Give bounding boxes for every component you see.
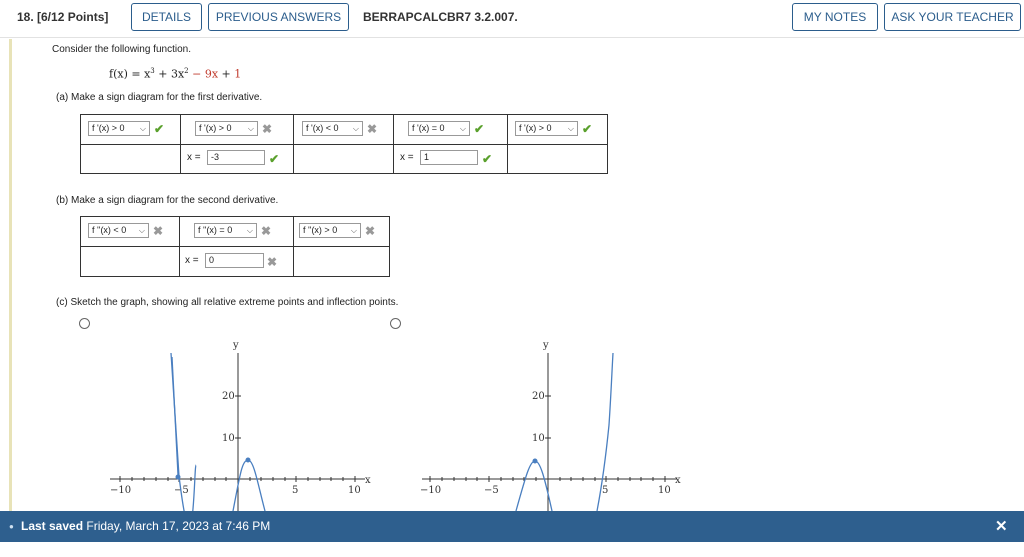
first-derivative-select-2[interactable]: f '(x) > 0 ⌵ xyxy=(195,121,258,136)
y-tick-label: 10 xyxy=(532,433,545,444)
graph-option-1[interactable]: y x −10 −5 5 10 20 10 xyxy=(90,335,380,511)
first-derivative-select-1[interactable]: f '(x) > 0 ⌵ xyxy=(88,121,150,136)
inflection-point-label: x = xyxy=(185,255,199,266)
last-saved-text: Last saved Friday, March 17, 2023 at 7:4… xyxy=(21,519,271,533)
y-tick-label: 20 xyxy=(532,391,545,402)
question-accent-strip xyxy=(9,39,12,511)
critical-point-input-2[interactable]: 1 xyxy=(420,150,478,165)
question-header: 18. [6/12 Points] DETAILS PREVIOUS ANSWE… xyxy=(0,0,1024,38)
check-icon: ✔ xyxy=(269,152,280,166)
second-derivative-select-3[interactable]: f ''(x) > 0 ⌵ xyxy=(299,223,361,238)
cross-icon: ✖ xyxy=(267,255,278,269)
extreme-point xyxy=(532,458,538,464)
x-tick-label: −10 xyxy=(110,485,131,496)
check-icon: ✔ xyxy=(582,122,593,136)
ask-your-teacher-button[interactable]: ASK YOUR TEACHER xyxy=(884,3,1021,31)
y-axis-label: y xyxy=(542,340,549,351)
x-tick-label: 10 xyxy=(658,485,671,496)
previous-answers-button[interactable]: PREVIOUS ANSWERS xyxy=(208,3,349,31)
cross-icon: ✖ xyxy=(153,224,164,238)
x-axis-label: x xyxy=(675,475,681,486)
y-tick-label: 10 xyxy=(222,433,235,444)
details-button[interactable]: DETAILS xyxy=(131,3,202,31)
first-derivative-select-4[interactable]: f '(x) = 0 ⌵ xyxy=(408,121,470,136)
inflection-point-input[interactable]: 0 xyxy=(205,253,264,268)
second-derivative-select-2[interactable]: f ''(x) = 0 ⌵ xyxy=(194,223,257,238)
part-a-prompt: (a) Make a sign diagram for the first de… xyxy=(56,92,263,103)
x-tick-label: 5 xyxy=(602,485,608,496)
y-axis-label: y xyxy=(232,340,239,351)
graph-option-2[interactable]: y x −10 −5 5 10 20 10 xyxy=(402,335,692,511)
extreme-point xyxy=(175,474,181,480)
status-dot-icon: ● xyxy=(9,522,14,531)
cross-icon: ✖ xyxy=(261,224,272,238)
x-tick-label: −5 xyxy=(484,485,499,496)
part-b-prompt: (b) Make a sign diagram for the second d… xyxy=(56,195,279,206)
cross-icon: ✖ xyxy=(262,122,273,136)
cross-icon: ✖ xyxy=(367,122,378,136)
critical-point-label-1: x = xyxy=(187,152,201,163)
x-tick-label: −10 xyxy=(420,485,441,496)
close-icon[interactable]: ✕ xyxy=(995,517,1008,535)
check-icon: ✔ xyxy=(482,152,493,166)
first-derivative-select-5[interactable]: f '(x) > 0 ⌵ xyxy=(515,121,578,136)
problem-intro: Consider the following function. xyxy=(52,44,191,55)
x-tick-label: 10 xyxy=(348,485,361,496)
part-c-prompt: (c) Sketch the graph, showing all relati… xyxy=(56,297,399,308)
question-label: 18. [6/12 Points] xyxy=(17,10,109,24)
second-derivative-select-1[interactable]: f ''(x) < 0 ⌵ xyxy=(88,223,149,238)
y-tick-label: 20 xyxy=(222,391,235,402)
problem-code: BERRAPCALCBR7 3.2.007. xyxy=(363,10,518,24)
first-derivative-select-3[interactable]: f '(x) < 0 ⌵ xyxy=(302,121,363,136)
check-icon: ✔ xyxy=(474,122,485,136)
function-expression: f(x) = x3 + 3x2 − 9x + 1 xyxy=(109,67,242,81)
last-saved-bar: ● Last saved Friday, March 17, 2023 at 7… xyxy=(0,511,1024,542)
curve-peak xyxy=(515,460,553,511)
critical-point-input-1[interactable]: -3 xyxy=(207,150,265,165)
critical-point-label-2: x = xyxy=(400,152,414,163)
check-icon: ✔ xyxy=(154,122,165,136)
x-axis xyxy=(422,476,677,482)
x-axis-label: x xyxy=(365,475,371,486)
cross-icon: ✖ xyxy=(365,224,376,238)
graph-option-2-radio[interactable] xyxy=(390,318,401,329)
graph-option-1-radio[interactable] xyxy=(79,318,90,329)
extreme-point xyxy=(245,457,251,463)
my-notes-button[interactable]: MY NOTES xyxy=(792,3,878,31)
x-tick-label: 5 xyxy=(292,485,298,496)
